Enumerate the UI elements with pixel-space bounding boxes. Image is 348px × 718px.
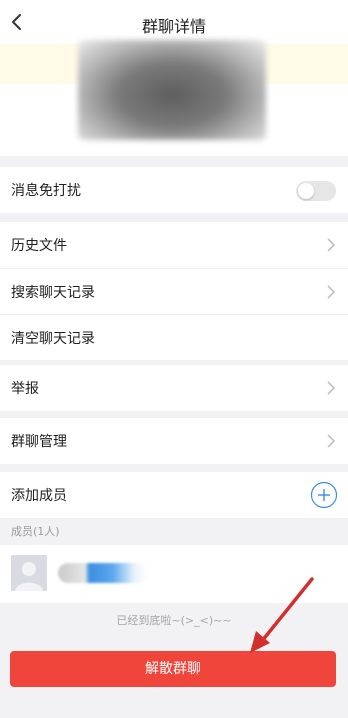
default-avatar-icon xyxy=(11,555,47,591)
chevron-right-icon xyxy=(327,434,336,448)
add-circle-icon[interactable] xyxy=(310,481,338,509)
toggle-knob xyxy=(298,183,314,199)
top-bar: 群聊详情 xyxy=(0,0,348,44)
mute-section: 消息免打扰 xyxy=(0,167,348,213)
manage-section: 群聊管理 xyxy=(0,418,348,464)
mute-row: 消息免打扰 xyxy=(0,167,348,213)
page-title: 群聊详情 xyxy=(141,17,206,36)
add-member-row[interactable]: 添加成员 xyxy=(0,472,348,518)
chevron-right-icon xyxy=(327,285,336,299)
history-files-row[interactable]: 历史文件 xyxy=(0,222,348,268)
group-header xyxy=(0,40,348,156)
add-member-label: 添加成员 xyxy=(11,488,67,504)
report-section: 举报 xyxy=(0,365,348,411)
dissolve-group-button[interactable]: 解散群聊 xyxy=(10,651,336,687)
search-chat-row[interactable]: 搜索聊天记录 xyxy=(0,268,348,314)
group-avatar-blurred xyxy=(78,40,266,140)
chevron-right-icon xyxy=(327,238,336,252)
clear-chat-label: 清空聊天记录 xyxy=(11,330,95,347)
report-row[interactable]: 举报 xyxy=(0,365,348,411)
history-files-label: 历史文件 xyxy=(11,238,67,254)
add-member-section: 添加成员 xyxy=(0,472,348,518)
members-count-header: 成员(1人) xyxy=(0,519,348,545)
mute-toggle[interactable] xyxy=(296,181,336,201)
manage-row[interactable]: 群聊管理 xyxy=(0,418,348,464)
chat-records-section: 历史文件 搜索聊天记录 清空聊天记录 xyxy=(0,222,348,360)
member-list-item[interactable] xyxy=(0,545,348,603)
manage-label: 群聊管理 xyxy=(11,434,67,450)
member-name-blurred xyxy=(58,563,148,583)
report-label: 举报 xyxy=(11,381,39,397)
member-avatar xyxy=(11,555,47,591)
end-of-list-text: 已经到底啦~(>_<)~~ xyxy=(116,614,232,627)
chevron-right-icon xyxy=(327,381,336,395)
search-chat-label: 搜索聊天记录 xyxy=(11,284,95,301)
clear-chat-row[interactable]: 清空聊天记录 xyxy=(0,314,348,360)
mute-label: 消息免打扰 xyxy=(11,183,81,199)
